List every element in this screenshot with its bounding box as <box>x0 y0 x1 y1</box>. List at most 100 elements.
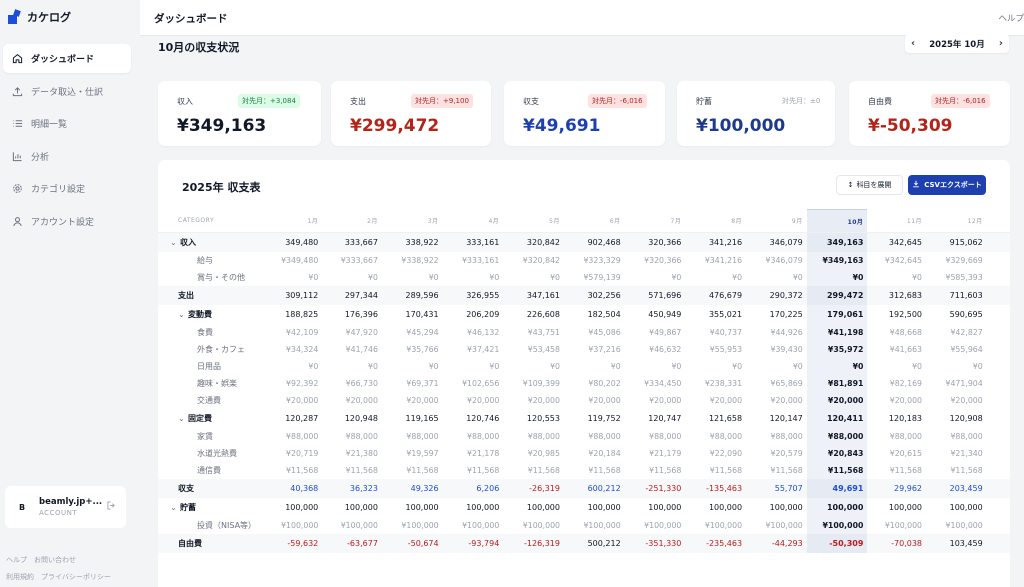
sidebar-item-2[interactable]: 明細一覧 <box>3 109 131 138</box>
table-cell: ¥20,000 <box>345 395 378 405</box>
row-label: 支出 <box>158 285 263 305</box>
row-label[interactable]: ⌄ 貯蓄 <box>158 498 263 517</box>
table-cell: ¥11,568 <box>345 465 378 475</box>
row-label-text: 変動費 <box>188 309 212 319</box>
contact-link[interactable]: お問い合わせ <box>34 556 76 564</box>
table-cell: ¥100,000 <box>401 520 439 530</box>
table-cell: ¥100,000 <box>583 520 621 530</box>
table-cell: ¥100,000 <box>340 520 378 530</box>
sidebar-item-1[interactable]: データ取込・仕訳 <box>3 77 131 106</box>
sidebar-item-4[interactable]: カテゴリ設定 <box>3 174 131 203</box>
row-label-text: 固定費 <box>188 413 212 423</box>
table-cell: ¥0 <box>806 357 868 375</box>
table-cell: ¥100,000 <box>765 520 803 530</box>
table-cell: ¥585,393 <box>945 272 983 282</box>
table-cell: -63,677 <box>322 533 382 553</box>
table-cell: 119,752 <box>587 413 621 423</box>
chevron-down-icon[interactable]: ⌄ <box>178 310 188 319</box>
row-label-text: 通信費 <box>197 465 221 475</box>
month-picker: ‹ 2025年 10月 › <box>905 34 1009 53</box>
table-cell: 297,344 <box>322 285 382 305</box>
sidebar-item-label: カテゴリ設定 <box>31 185 86 195</box>
table-cell: ¥20,000 <box>527 395 560 405</box>
app-name: カケログ <box>27 11 71 24</box>
sidebar-item-3[interactable]: 分析 <box>3 142 131 171</box>
logo-icon <box>8 9 22 24</box>
table-cell: ¥48,668 <box>889 327 923 337</box>
table-cell: ¥0 <box>792 361 803 371</box>
table-cell: ¥88,000 <box>588 431 621 441</box>
table-cell: 24 <box>987 392 1010 409</box>
table-cell: ¥55,964 <box>950 344 983 354</box>
table-cell: ¥346,079 <box>765 255 803 265</box>
table-cell: ¥88,000 <box>709 431 743 441</box>
row-label-text: 家賃 <box>197 431 213 441</box>
expand-categories-button[interactable]: ↕ 科目を展開 <box>836 175 903 195</box>
table-cell: ¥20,000 <box>709 395 743 405</box>
table-cell: ¥43,751 <box>527 327 560 337</box>
table-cell: ¥20,000 <box>806 391 868 409</box>
table-row: 家賃 ¥88,000 ¥88,000 ¥88,000 ¥88,000 ¥88,000 ¥88… <box>158 427 1010 445</box>
help-link[interactable]: ヘルプ <box>6 556 27 564</box>
chevron-down-icon[interactable]: ⌄ <box>178 414 188 423</box>
row-label[interactable]: ⌄ 収入 <box>158 232 263 252</box>
table-cell: ¥20,000 <box>286 395 319 405</box>
card-value: ¥299,472 <box>350 116 440 136</box>
table-cell: ¥20,000 <box>588 395 621 405</box>
chevron-down-icon[interactable]: ⌄ <box>170 238 180 247</box>
row-label[interactable]: ⌄ 固定費 <box>158 409 263 428</box>
month-label: 2025年 10月 <box>929 39 985 50</box>
table-cell: ¥11,568 <box>649 465 682 475</box>
header-month-4: 4月 <box>442 209 504 233</box>
table-cell: 309,112 <box>262 285 323 305</box>
table-row: 日用品 ¥0 ¥0 ¥0 ¥0 ¥0 ¥0 ¥0 ¥0 ¥0 ¥0 ¥0 ¥0 <box>158 357 1010 375</box>
csv-export-button[interactable]: CSVエクスポート <box>908 175 986 195</box>
account-card[interactable]: B beamly.jp+... ACCOUNT <box>5 486 126 528</box>
logout-icon[interactable] <box>107 501 116 513</box>
terms-link[interactable]: 利用規約 <box>6 573 34 581</box>
table-cell: 120,183 <box>888 413 923 423</box>
table-cell: 302,256 <box>563 285 625 305</box>
table-cell: ¥41,663 <box>889 344 923 354</box>
upload-icon <box>11 85 23 97</box>
table-cell: ¥11,568 <box>588 465 621 475</box>
privacy-link[interactable]: プライバシーポリシー <box>41 573 111 581</box>
table-cell: ¥92,392 <box>286 378 319 388</box>
card-label: 自由費 <box>868 97 892 106</box>
row-label-text: 日用品 <box>197 361 221 371</box>
table-cell: ¥323,329 <box>583 255 621 265</box>
header-month-1: 1月 <box>262 209 323 233</box>
row-label: 給与 <box>158 252 263 269</box>
sidebar-item-0[interactable]: ダッシュボード <box>3 44 131 73</box>
table-cell: 51 <box>987 341 1010 358</box>
sidebar-item-5[interactable]: アカウント設定 <box>3 207 131 236</box>
header-month-7: 7月 <box>624 209 686 233</box>
table-cell: ¥11,568 <box>709 465 743 475</box>
table-cell: 120,553 <box>526 413 560 423</box>
prev-month-button[interactable]: ‹ <box>911 38 915 49</box>
table-cell: ¥22,090 <box>709 448 743 458</box>
card-label: 収入 <box>177 97 193 106</box>
table-cell: ¥0 <box>912 361 923 371</box>
table-cell: ¥333,667 <box>340 255 378 265</box>
table-cell: 120,908 <box>949 413 983 423</box>
sidebar: カケログ ダッシュボード データ取込・仕訳 明細一覧 分析 カテゴリ設定 アカウント設定 … <box>0 0 140 587</box>
table-row: 賞与・その他 ¥0 ¥0 ¥0 ¥0 ¥0 ¥579,139 ¥0 ¥0 ¥0 ¥0 ¥0 ¥585,3… <box>158 268 1010 286</box>
annual-table-panel: 2025年 収支表 ↕ 科目を展開 CSVエクスポート CATEGORY 1月 2月… <box>158 160 1010 587</box>
help-link-header[interactable]: ヘルプ <box>998 12 1024 24</box>
table-cell: 3,08 <box>987 305 1010 324</box>
row-label: 外食・カフェ <box>158 341 263 358</box>
table-cell: 100,000 <box>769 502 803 512</box>
table-cell: ¥0 <box>732 272 743 282</box>
table-body: ⌄ 収入 349,480 333,667 338,922 333,161 320,842 90… <box>158 232 1010 553</box>
app-logo[interactable]: カケログ <box>8 9 71 25</box>
table-row: ⌄ 固定費 120,287 120,948 119,165 120,746 120,553 1… <box>158 408 1010 428</box>
table-cell: ¥88,000 <box>770 431 803 441</box>
row-label: 交通費 <box>158 392 263 409</box>
next-month-button[interactable]: › <box>999 38 1003 49</box>
row-label-text: 自由費 <box>178 538 202 548</box>
table-cell: 121,658 <box>708 413 743 423</box>
header-month-12: 12月 <box>926 209 987 233</box>
chevron-down-icon[interactable]: ⌄ <box>170 503 180 512</box>
row-label[interactable]: ⌄ 変動費 <box>158 305 263 324</box>
